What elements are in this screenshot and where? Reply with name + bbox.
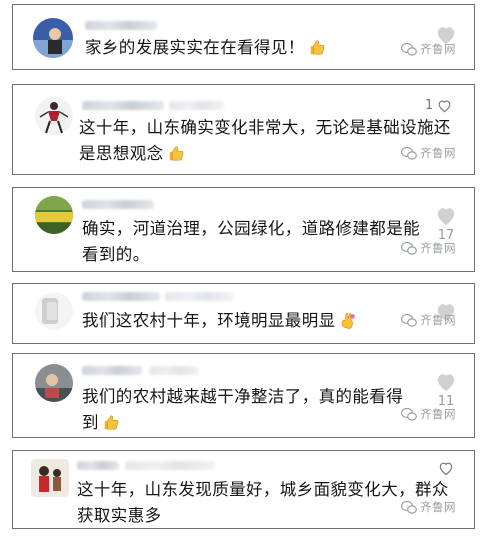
comment-text-line: 家乡的发展实实在在看得见！ xyxy=(85,38,305,57)
username-blurred[interactable] xyxy=(82,200,154,209)
avatar[interactable] xyxy=(33,18,73,58)
avatar[interactable] xyxy=(35,364,73,402)
comment-text: 我们的农村越来越干净整洁了，真的能看得 到 xyxy=(82,384,403,436)
comment-text: 我们这农村十年，环境明显最明显 xyxy=(82,308,357,334)
watermark-text: 齐鲁网 xyxy=(420,407,456,421)
crossed-fingers-emoji xyxy=(341,312,355,329)
like-button[interactable] xyxy=(433,372,459,392)
watermark: 齐鲁网 xyxy=(401,240,456,256)
username-blurred[interactable] xyxy=(82,292,160,301)
comment-card: 我们的农村越来越干净整洁了，真的能看得 到 11 齐鲁网 xyxy=(12,353,475,438)
comment-card: 这十年，山东确实变化非常大，无论是基础设施还 是思想观念 1 齐鲁网 xyxy=(12,84,475,175)
comment-card: 这十年，山东发现质量好，城乡面貌变化大，群众 获取实惠多 齐鲁网 xyxy=(12,450,475,529)
wechat-icon xyxy=(401,146,417,160)
comment-card: 家乡的发展实实在在看得见！ 齐鲁网 xyxy=(12,4,475,70)
avatar-image xyxy=(35,292,73,330)
avatar-image xyxy=(35,364,73,402)
comment-card: 确实，河道治理，公园绿化，道路修建都是能 看到的。 17 齐鲁网 xyxy=(12,187,475,272)
comment-text-line: 我们的农村越来越干净整洁了，真的能看得 xyxy=(82,387,404,406)
watermark-text: 齐鲁网 xyxy=(420,500,456,514)
thumbs-up-emoji xyxy=(104,415,119,430)
comment-text-line-2: 到 xyxy=(82,410,403,436)
watermark: 齐鲁网 xyxy=(401,145,456,161)
avatar-image xyxy=(35,97,73,135)
username-blurred-extra xyxy=(165,292,233,301)
username-blurred-extra xyxy=(125,461,215,470)
wechat-icon xyxy=(401,500,417,514)
heart-icon xyxy=(437,374,455,392)
username-blurred[interactable] xyxy=(82,101,164,110)
avatar[interactable] xyxy=(31,459,69,497)
avatar[interactable] xyxy=(35,97,73,135)
watermark-text: 齐鲁网 xyxy=(420,42,456,56)
comment-text-line: 这十年，山东确实变化非常大，无论是基础设施还 xyxy=(79,118,451,137)
comment-text: 这十年，山东发现质量好，城乡面貌变化大，群众 获取实惠多 xyxy=(77,477,449,529)
like-count: 1 xyxy=(425,98,434,113)
watermark: 齐鲁网 xyxy=(401,312,456,328)
heart-icon xyxy=(437,208,455,226)
thumbs-up-emoji xyxy=(169,146,183,161)
wechat-icon xyxy=(401,241,417,255)
comment-text-line: 我们这农村十年，环境明显最明显 xyxy=(82,311,336,330)
comment-text-line: 确实，河道治理，公园绿化，道路修建都是能 xyxy=(82,219,420,238)
watermark-text: 齐鲁网 xyxy=(420,241,456,255)
avatar-image xyxy=(31,459,69,497)
heart-outline-icon xyxy=(439,462,453,476)
comment-text-line-2: 看到的。 xyxy=(82,245,150,264)
thumbs-up-emoji xyxy=(310,40,325,55)
wechat-icon xyxy=(401,42,417,56)
avatar[interactable] xyxy=(35,196,73,234)
username-blurred-extra xyxy=(169,101,224,110)
comment-text-line-2: 获取实惠多 xyxy=(77,506,162,525)
comment-card: 我们这农村十年，环境明显最明显 齐鲁网 xyxy=(12,283,475,344)
comment-text: 确实，河道治理，公园绿化，道路修建都是能 看到的。 xyxy=(82,216,420,268)
watermark-text: 齐鲁网 xyxy=(420,313,456,327)
username-blurred[interactable] xyxy=(85,21,157,30)
username-blurred[interactable] xyxy=(82,366,142,375)
watermark-text: 齐鲁网 xyxy=(420,146,456,160)
avatar[interactable] xyxy=(35,292,73,330)
watermark: 齐鲁网 xyxy=(401,499,456,515)
like-button[interactable]: 1 xyxy=(425,98,452,113)
like-button[interactable] xyxy=(433,461,459,476)
avatar-image xyxy=(35,196,73,234)
comment-text: 家乡的发展实实在在看得见！ xyxy=(85,35,326,61)
wechat-icon xyxy=(401,407,417,421)
like-button[interactable] xyxy=(433,206,459,226)
wechat-icon xyxy=(401,313,417,327)
comment-text: 这十年，山东确实变化非常大，无论是基础设施还 是思想观念 xyxy=(79,115,451,167)
heart-outline-icon xyxy=(438,99,451,112)
comment-text-line-2: 是思想观念 xyxy=(79,141,451,167)
username-blurred-extra xyxy=(149,366,199,375)
avatar-image xyxy=(33,18,73,58)
comment-text-line: 这十年，山东发现质量好，城乡面貌变化大，群众 xyxy=(77,480,449,499)
username-blurred[interactable] xyxy=(77,461,119,470)
watermark: 齐鲁网 xyxy=(401,406,456,422)
watermark: 齐鲁网 xyxy=(401,41,456,57)
